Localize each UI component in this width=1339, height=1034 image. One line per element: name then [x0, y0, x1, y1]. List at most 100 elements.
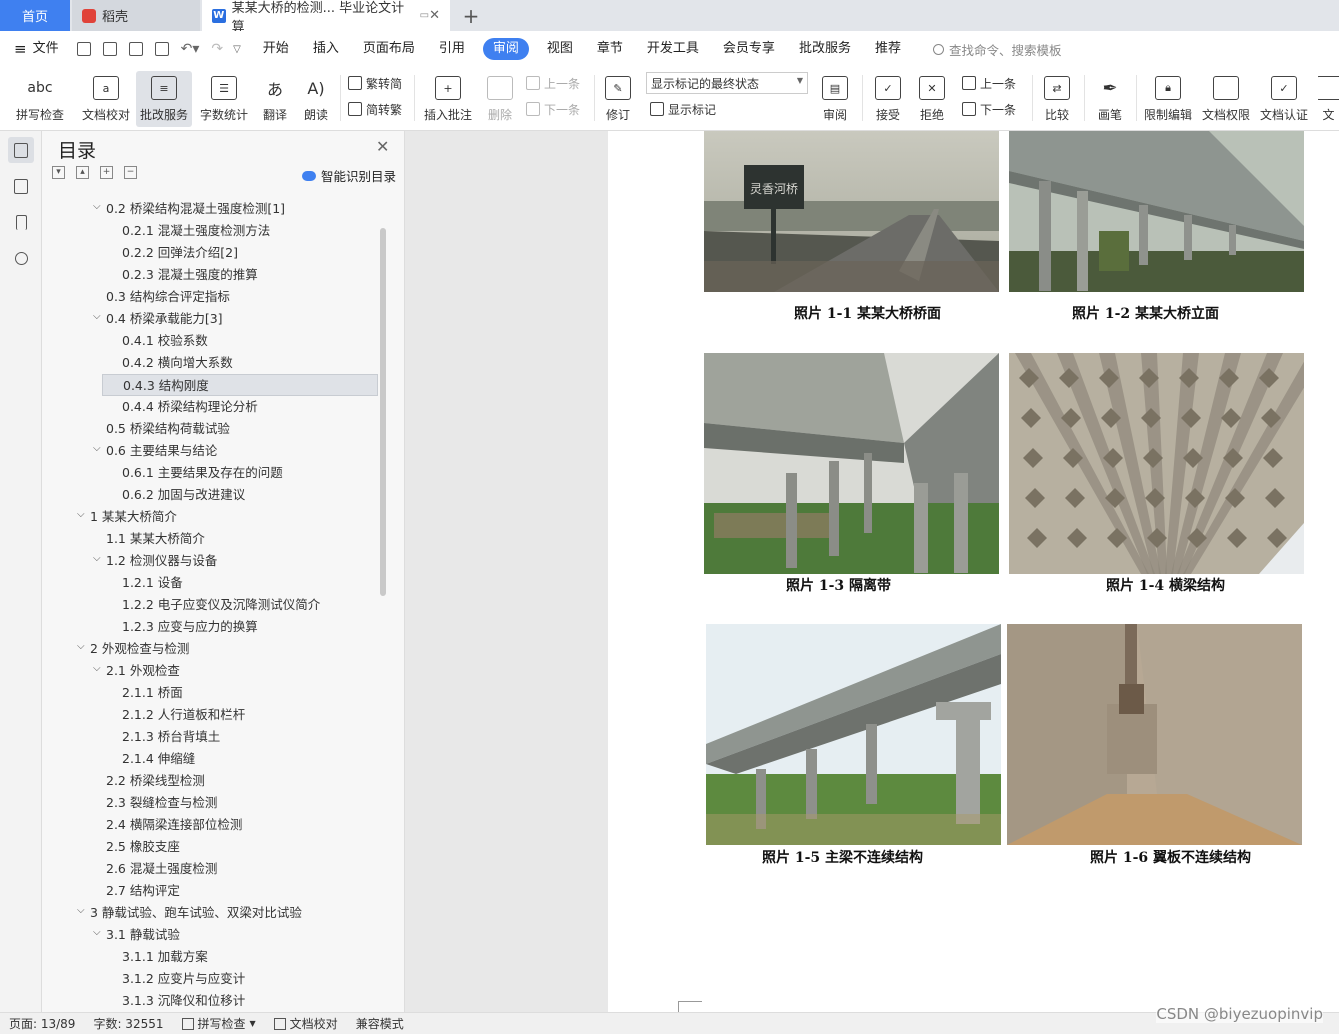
toc-item[interactable]: ⌵ 0.6 主要结果与结论 [42, 440, 382, 462]
toc-item[interactable]: 2.4 横隔梁连接部位检测 [42, 814, 382, 836]
toc-item[interactable]: ⌵ 3.1 静载试验 [42, 924, 382, 946]
menu-view[interactable]: 视图 [535, 38, 585, 60]
toc-item[interactable]: ⌵ 0.2 桥梁结构混凝土强度检测[1] [42, 198, 382, 220]
proof-toggle[interactable]: 文档校对 [265, 1015, 347, 1032]
word-count-button[interactable]: ☰ 字数统计 [196, 71, 252, 127]
toc-item[interactable]: 0.2.3 混凝土强度的推算 [42, 264, 382, 286]
expand-arrow-icon[interactable]: ⌵ [77, 636, 87, 658]
toc-item[interactable]: ⌵ 1.2 检测仪器与设备 [42, 550, 382, 572]
menu-review[interactable]: 审阅 [482, 38, 529, 60]
tab-document[interactable]: W 某某大桥的检测... 毕业论文计算 ▭ ✕ [202, 0, 450, 35]
toc-item[interactable]: 0.3 结构综合评定指标 [42, 286, 382, 308]
toc-item[interactable]: 0.2.2 回弹法介绍[2] [42, 242, 382, 264]
chapter-nav-icon[interactable] [8, 173, 34, 199]
track-changes-button[interactable]: ✎ 修订 [598, 71, 638, 127]
close-tab-icon[interactable]: ✕ [429, 8, 440, 23]
menu-chapter[interactable]: 章节 [585, 38, 635, 60]
toc-item[interactable]: 0.2.1 混凝土强度检测方法 [42, 220, 382, 242]
toc-item[interactable]: 0.6.1 主要结果及存在的问题 [42, 462, 382, 484]
delete-comment-button[interactable]: 删除 [480, 71, 520, 127]
toc-item[interactable]: ⌵ 2 外观检查与检测 [42, 638, 382, 660]
expand-arrow-icon[interactable]: ⌵ [77, 900, 87, 922]
print-preview-icon[interactable] [154, 42, 169, 56]
expand-arrow-icon[interactable]: ⌵ [93, 658, 103, 680]
prev-comment-button[interactable]: 上一条 [526, 73, 580, 93]
smart-toc-button[interactable]: 智能识别目录 [302, 166, 396, 185]
doc-proof-button[interactable]: a 文档校对 [78, 71, 134, 127]
toc-item[interactable]: ⌵ 2.1 外观检查 [42, 660, 382, 682]
read-aloud-button[interactable]: A) 朗读 [298, 71, 334, 127]
toc-item[interactable]: 0.6.2 加固与改进建议 [42, 484, 382, 506]
toc-item[interactable]: 1.2.3 应变与应力的换算 [42, 616, 382, 638]
prev-change-button[interactable]: 上一条 [962, 73, 1016, 93]
toc-panel-icon[interactable] [8, 137, 34, 163]
bookmark-icon[interactable] [8, 209, 34, 235]
command-search[interactable]: 查找命令、搜索模板 [932, 40, 1061, 59]
page-indicator[interactable]: 页面: 13/89 [0, 1015, 84, 1032]
spellcheck-toggle[interactable]: 拼写检查 ▼ [173, 1015, 265, 1032]
toc-item[interactable]: ⌵ 1 某某大桥简介 [42, 506, 382, 528]
review-service-button[interactable]: ≡ 批改服务 [136, 71, 192, 127]
toc-item[interactable]: 2.1.4 伸缩缝 [42, 748, 382, 770]
menu-developer[interactable]: 开发工具 [635, 38, 711, 60]
accept-button[interactable]: ✓ 接受 [868, 71, 908, 127]
expand-arrow-icon[interactable]: ⌵ [77, 504, 87, 526]
toc-item[interactable]: 3.1.1 加载方案 [42, 946, 382, 968]
toc-item[interactable]: 2.6 混凝土强度检测 [42, 858, 382, 880]
next-comment-button[interactable]: 下一条 [526, 99, 580, 119]
toc-item[interactable]: 2.5 橡胶支座 [42, 836, 382, 858]
find-icon[interactable] [8, 245, 34, 271]
word-count-indicator[interactable]: 字数: 32551 [84, 1015, 172, 1032]
doc-certify-button[interactable]: ✓ 文档认证 [1256, 71, 1312, 127]
menu-layout[interactable]: 页面布局 [351, 38, 427, 60]
save-icon[interactable] [76, 42, 91, 56]
toc-item[interactable]: 2.3 裂缝检查与检测 [42, 792, 382, 814]
next-change-button[interactable]: 下一条 [962, 99, 1016, 119]
toc-scrollbar[interactable] [380, 228, 386, 596]
redo-icon[interactable]: ↷ [211, 41, 223, 57]
toc-item[interactable]: ⌵ 0.4 桥梁承载能力[3] [42, 308, 382, 330]
toc-item[interactable]: 2.7 结构评定 [42, 880, 382, 902]
toc-item[interactable]: 1.2.1 设备 [42, 572, 382, 594]
export-icon[interactable] [102, 42, 117, 56]
new-tab-button[interactable]: + [456, 0, 486, 31]
undo-icon[interactable]: ↶▾ [181, 41, 200, 57]
add-heading-icon[interactable]: + [100, 166, 113, 179]
compare-button[interactable]: ⇄ 比较 [1036, 71, 1078, 127]
collapse-all-icon[interactable]: ▾ [52, 166, 65, 179]
expand-arrow-icon[interactable]: ⌵ [93, 198, 103, 218]
menu-start[interactable]: 开始 [251, 38, 301, 60]
expand-arrow-icon[interactable]: ⌵ [93, 438, 103, 460]
menu-recommend[interactable]: 推荐 [863, 38, 913, 60]
expand-arrow-icon[interactable]: ⌵ [93, 922, 103, 944]
show-markup-button[interactable]: 显示标记 [650, 99, 716, 119]
to-traditional-button[interactable]: 繁转简 [348, 73, 402, 93]
customize-icon[interactable]: ▽ [233, 44, 241, 55]
toc-item[interactable]: 0.4.4 桥梁结构理论分析 [42, 396, 382, 418]
spellcheck-button[interactable]: abc 拼写检查 [8, 71, 72, 127]
toc-item[interactable]: 0.4.3 结构刚度 [102, 374, 378, 396]
toc-item[interactable]: 0.4.1 校验系数 [42, 330, 382, 352]
toc-item[interactable]: 2.2 桥梁线型检测 [42, 770, 382, 792]
translate-button[interactable]: あ翻译 [256, 71, 294, 127]
toc-item[interactable]: 3.1.3 沉降仪和位移计 [42, 990, 382, 1006]
expand-arrow-icon[interactable]: ⌵ [93, 306, 103, 328]
toc-item[interactable]: 1.2.2 电子应变仪及沉降测试仪简介 [42, 594, 382, 616]
close-panel-icon[interactable]: ✕ [376, 137, 389, 156]
doc-permission-button[interactable]: 文档权限 [1198, 71, 1254, 127]
toc-item[interactable]: 1.1 某某大桥简介 [42, 528, 382, 550]
ink-button[interactable]: ✒ 画笔 [1090, 71, 1130, 127]
tab-home[interactable]: 首页 [0, 0, 70, 31]
file-menu[interactable]: ≡ 文件 [0, 38, 71, 60]
toc-item[interactable]: 0.5 桥梁结构荷载试验 [42, 418, 382, 440]
toc-item[interactable]: 3.1.2 应变片与应变计 [42, 968, 382, 990]
menu-member[interactable]: 会员专享 [711, 38, 787, 60]
tab-docer[interactable]: 稻壳 [72, 0, 200, 31]
toc-item[interactable]: 2.1.1 桥面 [42, 682, 382, 704]
toc-item[interactable]: 0.4.2 横向增大系数 [42, 352, 382, 374]
toc-item[interactable]: 2.1.3 桥台背填土 [42, 726, 382, 748]
reject-button[interactable]: ✕ 拒绝 [912, 71, 952, 127]
review-pane-button[interactable]: ▤ 审阅 [814, 71, 856, 127]
to-simplified-button[interactable]: 简转繁 [348, 99, 402, 119]
menu-references[interactable]: 引用 [427, 38, 477, 60]
